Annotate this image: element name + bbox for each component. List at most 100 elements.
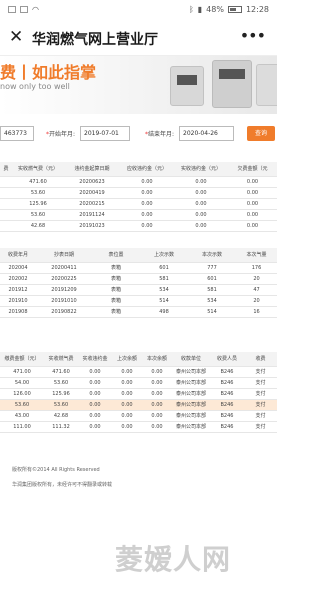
cell: 表箱 (92, 295, 140, 307)
cell: 泰州公司本部 (172, 399, 210, 411)
cell: 0.00 (78, 421, 112, 433)
cell: 514 (140, 295, 188, 307)
copyright-text: 版权所有©2014 All Rights Reserved (12, 467, 100, 473)
cell: 表箱 (92, 262, 140, 274)
table-row: 126.00 125.96 0.00 0.00 0.00 泰州公司本部 B246 支付 (0, 388, 277, 400)
cell: 0.00 (78, 366, 112, 378)
table-row: 202002 20200225 表箱 581 601 20 (0, 273, 277, 285)
battery-percent: 48% (206, 5, 224, 14)
cell: 泰州公司本部 (172, 388, 210, 400)
cell: 20200623 (64, 176, 120, 188)
cell: 534 (140, 284, 188, 296)
table-row: 201910 20191010 表箱 514 534 20 (0, 295, 277, 307)
cell: 0.00 (112, 377, 142, 389)
cell: 0.00 (142, 366, 172, 378)
col-header: 收费人员 (210, 352, 244, 367)
cell: 表箱 (92, 273, 140, 285)
cell: 42.68 (12, 220, 64, 232)
cell: 0.00 (228, 198, 277, 210)
col-header: 本次余额 (142, 352, 172, 367)
cell: 111.00 (0, 421, 44, 433)
cell (0, 209, 12, 221)
col-header: 上次余额 (112, 352, 142, 367)
cell: B246 (210, 377, 244, 389)
col-header: 缴费金额（元） (0, 352, 44, 367)
cell: 0.00 (120, 187, 174, 199)
cell: B246 (210, 388, 244, 400)
wifi-icon: ◠ (32, 5, 39, 14)
cell: 20 (236, 273, 277, 285)
cell: 支付 (244, 366, 277, 378)
cell: 0.00 (112, 388, 142, 400)
col-header: 本次气量 (236, 248, 277, 263)
cell: B246 (210, 399, 244, 411)
cell: 0.00 (228, 176, 277, 188)
cell: 20200411 (36, 262, 92, 274)
cell: 泰州公司本部 (172, 366, 210, 378)
cell: 54.00 (0, 377, 44, 389)
cell: 53.60 (0, 399, 44, 411)
start-month-input[interactable]: 2019-07-01 (80, 126, 130, 141)
col-header: 实收燃气费（元） (12, 162, 64, 177)
col-header: 收费年月 (0, 248, 36, 263)
cell: 514 (188, 306, 236, 318)
payment-table: 缴费金额（元） 实收燃气费 实收违约金 上次余额 本次余额 收款单位 收费人员 … (0, 352, 277, 433)
cell: 表箱 (92, 284, 140, 296)
table-row: 42.68 20191023 0.00 0.00 0.00 (0, 220, 277, 232)
col-header: 实收燃气费 (44, 352, 78, 367)
cell: 201912 (0, 284, 36, 296)
clock: 12:28 (245, 5, 269, 14)
col-header: 抄表日期 (36, 248, 92, 263)
query-button[interactable]: 查询 (247, 126, 275, 141)
cell: 0.00 (142, 388, 172, 400)
cell: 125.96 (44, 388, 78, 400)
table-row: 53.60 20191124 0.00 0.00 0.00 (0, 209, 277, 221)
cell: 201910 (0, 295, 36, 307)
cell: 53.60 (12, 187, 64, 199)
cell (0, 220, 12, 232)
status-bar: ◠ ᛒ ▮ 48% 12:28 (0, 0, 277, 20)
cell: 表箱 (92, 306, 140, 318)
col-header: 收款单位 (172, 352, 210, 367)
signal-icon: ▮ (197, 5, 203, 14)
col-header: 实收违约金（元） (174, 162, 228, 177)
status-icons-right: ᛒ ▮ 48% 12:28 (189, 5, 269, 14)
account-number-field[interactable]: 463773 (0, 126, 34, 141)
col-header: 本次示数 (188, 248, 236, 263)
close-icon[interactable]: ✕ (9, 27, 23, 47)
notification-icon (20, 6, 28, 13)
cell: 0.00 (174, 209, 228, 221)
query-filter: 463773 *开始年月: 2019-07-01 *结束年月: 2020-04-… (0, 123, 277, 145)
cell: 126.00 (0, 388, 44, 400)
payment-table-header: 缴费金额（元） 实收燃气费 实收违约金 上次余额 本次余额 收款单位 收费人员 … (0, 352, 277, 367)
end-month-input[interactable]: 2020-04-26 (179, 126, 234, 141)
cell: 0.00 (174, 220, 228, 232)
cell: 0.00 (120, 176, 174, 188)
rights-notice: 华润集团版权所有，未经许可不得翻录或转载 (12, 482, 113, 488)
cell: 601 (140, 262, 188, 274)
cell: 泰州公司本部 (172, 421, 210, 433)
cell (0, 198, 12, 210)
cell: 20191124 (64, 209, 120, 221)
cell: 支付 (244, 421, 277, 433)
appliance-image (256, 64, 277, 106)
table-row: 125.96 20200215 0.00 0.00 0.00 (0, 198, 277, 210)
cell: 53.60 (44, 399, 78, 411)
cell: 0.00 (78, 410, 112, 422)
more-options-icon[interactable]: ••• (240, 26, 266, 45)
cell: 20200215 (64, 198, 120, 210)
watermark-logo: 菱嫒人网 (115, 543, 232, 576)
end-month-label: *结束年月: (145, 131, 175, 138)
cell: B246 (210, 410, 244, 422)
col-header: 上次示数 (140, 248, 188, 263)
col-header: 表位置 (92, 248, 140, 263)
cell: 泰州公司本部 (172, 410, 210, 422)
cell: 0.00 (142, 421, 172, 433)
app-bar: ✕ 华润燃气网上营业厅 ••• (0, 20, 277, 56)
cell: 0.00 (78, 399, 112, 411)
col-header: 违约金起算日期 (64, 162, 120, 177)
cell: 0.00 (142, 410, 172, 422)
cell: 20200419 (64, 187, 120, 199)
banner: 费丨如此指掌 now only too well (0, 56, 277, 114)
meter-reading-table: 收费年月 抄表日期 表位置 上次示数 本次示数 本次气量 202004 20200… (0, 248, 277, 318)
